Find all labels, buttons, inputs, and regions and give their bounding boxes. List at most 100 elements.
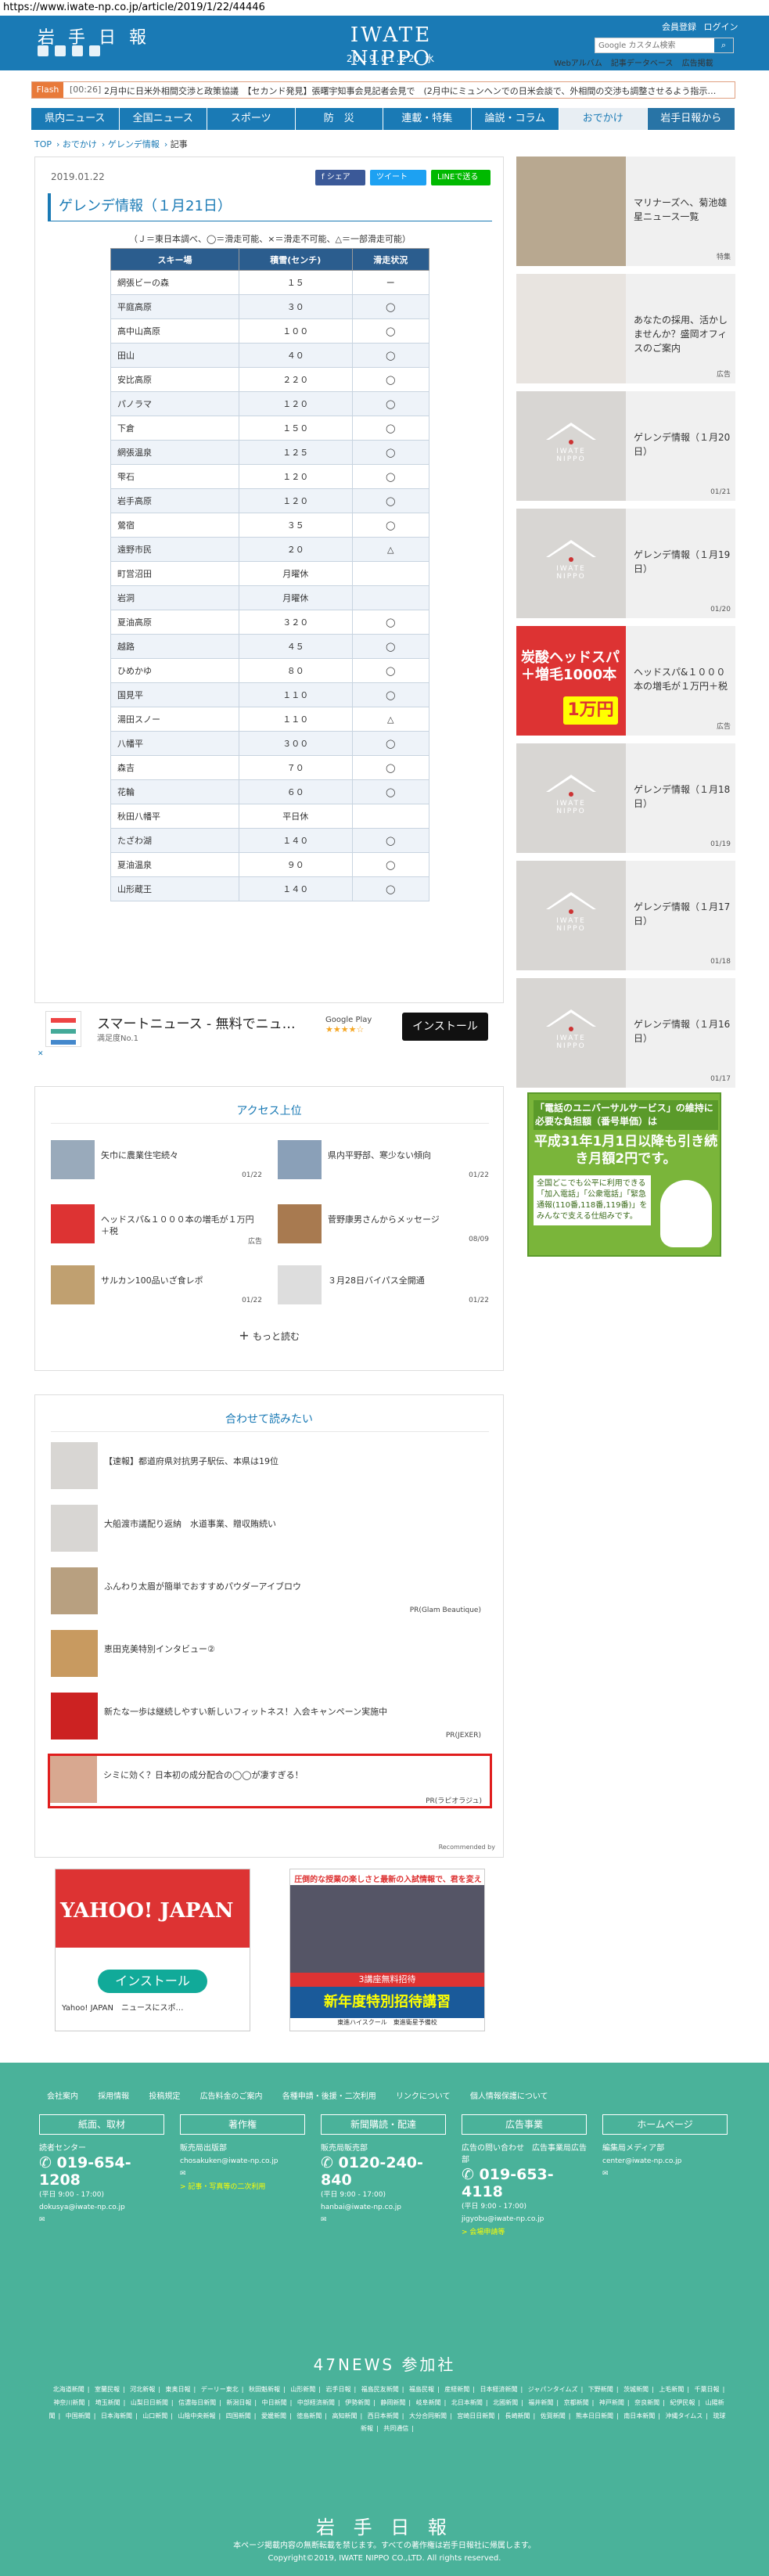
n47-member-link[interactable]: 日本経済新聞 [480,2386,517,2393]
nav-disaster[interactable]: 防 災 [296,108,383,130]
footer-link[interactable]: 投稿規定 [149,2092,180,2101]
email-link[interactable]: dokusya@iwate-np.co.jp [39,2204,164,2211]
n47-member-link[interactable]: 徳島新聞 [296,2412,322,2419]
flash-news[interactable]: Flash [00:26] 2月中に日米外相間交渉と政策協議 【セカンド発見】張… [31,81,735,99]
phone-number[interactable]: ✆ 019-654-1208 [39,2154,164,2189]
n47-member-link[interactable]: 下野新聞 [588,2386,613,2393]
sidebar-item[interactable]: マリナーズへ、菊池雄星ニュース一覧 特集 [516,157,735,266]
n47-member-link[interactable]: 新潟日報 [226,2399,251,2406]
email-link[interactable]: hanbai@iwate-np.co.jp [321,2204,446,2211]
n47-member-link[interactable]: 北海道新聞 [53,2386,84,2393]
n47-member-link[interactable]: 南日本新聞 [623,2412,655,2419]
line-share-button[interactable]: LINEで送る [431,170,491,185]
n47-member-link[interactable]: 千葉日報 [695,2386,720,2393]
footer-logo[interactable]: 岩 手 日 報 [0,2512,769,2539]
related-item-text[interactable]: 恵田克美特別インタビュー② [104,1642,480,1655]
sidebar-item-text[interactable]: ゲレンデ情報（１月18日） [634,783,731,811]
related-item-text[interactable]: シミに効く？日本初の成分配合の◯◯が凄すぎる！ [103,1768,479,1781]
more-button[interactable]: + もっと読む [35,1329,503,1343]
yahoo-install-button[interactable]: インストール [98,1970,207,1993]
related-item-text[interactable]: 大船渡市議配り返納 水道事業、贈収賄続い [104,1517,480,1530]
line-icon[interactable] [72,45,83,56]
footer-note-link[interactable]: > 記事・写真等の二次利用 [180,2181,305,2191]
sidebar-item-text[interactable]: あなたの採用、活かしませんか？盛岡オフィスのご案内 [634,313,731,355]
search-input[interactable] [595,38,713,52]
related-item-text[interactable]: 新たな一歩は継続しやすい新しいフィットネス！入会キャンペーン実施中 [104,1705,480,1718]
access-item-text[interactable]: 菅野康男さんからメッセージ [328,1214,484,1225]
n47-member-link[interactable]: 茨城新聞 [623,2386,649,2393]
n47-member-link[interactable]: 中国新聞 [66,2412,91,2419]
more-label[interactable]: もっと読む [253,1331,300,1342]
n47-member-link[interactable]: 愛媛新聞 [261,2412,286,2419]
breadcrumb-odekake[interactable]: おでかけ [63,139,97,149]
footer-link[interactable]: 広告料金のご案内 [200,2092,263,2101]
breadcrumb-top[interactable]: TOP [34,139,52,149]
nav-column[interactable]: 論説・コラム [472,108,559,130]
sublink-album[interactable]: Webアルバム [554,59,602,68]
twitter-share-button[interactable]: ツイート [370,170,426,185]
sidebar-item[interactable]: IWATE NIPPO ゲレンデ情報（１月19日） 01/20 [516,509,735,618]
access-item[interactable]: 県内平野部、寒少ない傾向 01/22 [278,1140,489,1187]
recommended-by[interactable]: Recommended by [439,1844,495,1851]
related-item[interactable]: ふんわり太眉が簡単でおすすめパウダーアイブロウ PR(Glam Beautiqu… [51,1567,489,1622]
n47-member-link[interactable]: 岐阜新聞 [416,2399,441,2406]
footer-note-link[interactable]: > 会場申請等 [462,2226,587,2236]
related-item[interactable]: 恵田克美特別インタビュー② [51,1630,489,1685]
n47-member-link[interactable]: 日本海新聞 [101,2412,132,2419]
sidebar-item[interactable]: あなたの採用、活かしませんか？盛岡オフィスのご案内 広告 [516,274,735,383]
twitter-icon[interactable] [38,45,49,56]
sidebar-item-text[interactable]: ヘッドスパ&１０００本の増毛が１万円＋税 [634,665,731,693]
footer-link[interactable]: 各種申請・後援・二次利用 [282,2092,376,2101]
n47-member-link[interactable]: 北國新聞 [493,2399,518,2406]
n47-member-link[interactable]: 河北新報 [130,2386,155,2393]
n47-member-link[interactable]: 宮崎日日新聞 [457,2412,494,2419]
access-item-text[interactable]: 県内平野部、寒少ない傾向 [328,1149,484,1161]
n47-member-link[interactable]: 埼玉新聞 [95,2399,120,2406]
footer-link[interactable]: 採用情報 [98,2092,129,2101]
n47-member-link[interactable]: ジャパンタイムズ [528,2386,578,2393]
n47-member-link[interactable]: 静岡新聞 [380,2399,405,2406]
related-item[interactable]: 新たな一歩は継続しやすい新しいフィットネス！入会キャンペーン実施中 PR(JEX… [51,1693,489,1747]
n47-member-link[interactable]: 北日本新聞 [451,2399,483,2406]
toshin-ad[interactable]: 圧倒的な授業の楽しさと最新の入試情報で、君を変える 3講座無料招待 新年度特別招… [289,1869,485,2031]
sidebar-item-text[interactable]: マリナーズへ、菊池雄星ニュース一覧 [634,196,731,224]
ad-close-icon[interactable]: ✕ [38,1050,44,1058]
n47-member-link[interactable]: 神奈川新聞 [53,2399,84,2406]
nav-sports[interactable]: スポーツ [207,108,296,130]
n47-member-link[interactable]: 中部経済新聞 [297,2399,335,2406]
app-ad-banner[interactable]: スマートニュース - 無料でニュ… 満足度No.1 Google Play ★★… [34,1005,504,1058]
n47-member-link[interactable]: 奈良新聞 [634,2399,659,2406]
footer-link[interactable]: 会社案内 [47,2092,78,2101]
mail-icon[interactable]: ✉ [602,2170,728,2178]
access-item-text[interactable]: 矢巾に農業住宅続々 [101,1149,257,1161]
search-icon[interactable]: ⌕ [714,38,733,52]
access-item[interactable]: ３月28日バイパス全開通 01/22 [278,1265,489,1312]
related-item[interactable]: 大船渡市議配り返納 水道事業、贈収賄続い [51,1505,489,1560]
n47-member-link[interactable]: 山陰中央新報 [178,2412,215,2419]
n47-member-link[interactable]: デーリー東北 [201,2386,239,2393]
sublink-ads[interactable]: 広告掲載 [682,59,713,68]
nav-series[interactable]: 連載・特集 [383,108,472,130]
access-item-text[interactable]: ヘッドスパ&１０００本の増毛が１万円＋税 [101,1214,257,1238]
n47-member-link[interactable]: 山形新聞 [290,2386,315,2393]
nav-from-iwate[interactable]: 岩手日報から [647,108,735,130]
n47-member-link[interactable]: 山梨日日新聞 [131,2399,168,2406]
n47-member-link[interactable]: 神戸新聞 [599,2399,624,2406]
sidebar-item[interactable]: IWATE NIPPO ゲレンデ情報（１月18日） 01/19 [516,743,735,853]
sublink-database[interactable]: 記事データベース [611,59,674,68]
access-item[interactable]: 矢巾に農業住宅続々 01/22 [51,1140,262,1187]
n47-member-link[interactable]: 福島民友新聞 [361,2386,399,2393]
footer-link[interactable]: リンクについて [396,2092,451,2101]
breadcrumb-gelande[interactable]: ゲレンデ情報 [108,139,160,149]
access-item-text[interactable]: ３月28日バイパス全開通 [328,1275,484,1286]
yahoo-app-name[interactable]: Yahoo! JAPAN ニュースにスポ… [62,2001,243,2013]
related-item-text[interactable]: 【速報】都道府県対抗男子駅伝、本県は19位 [104,1455,480,1467]
n47-member-link[interactable]: 山口新聞 [142,2412,167,2419]
n47-member-link[interactable]: 福島民報 [409,2386,434,2393]
n47-member-link[interactable]: 室蘭民報 [95,2386,120,2393]
phone-number[interactable]: ✆ 019-653-4118 [462,2166,587,2200]
email-link[interactable]: chosakuken@iwate-np.co.jp [180,2157,305,2165]
n47-member-link[interactable]: 大分合同新聞 [409,2412,447,2419]
sidebar-item-text[interactable]: ゲレンデ情報（１月19日） [634,548,731,576]
nav-national[interactable]: 全国ニュース [120,108,207,130]
